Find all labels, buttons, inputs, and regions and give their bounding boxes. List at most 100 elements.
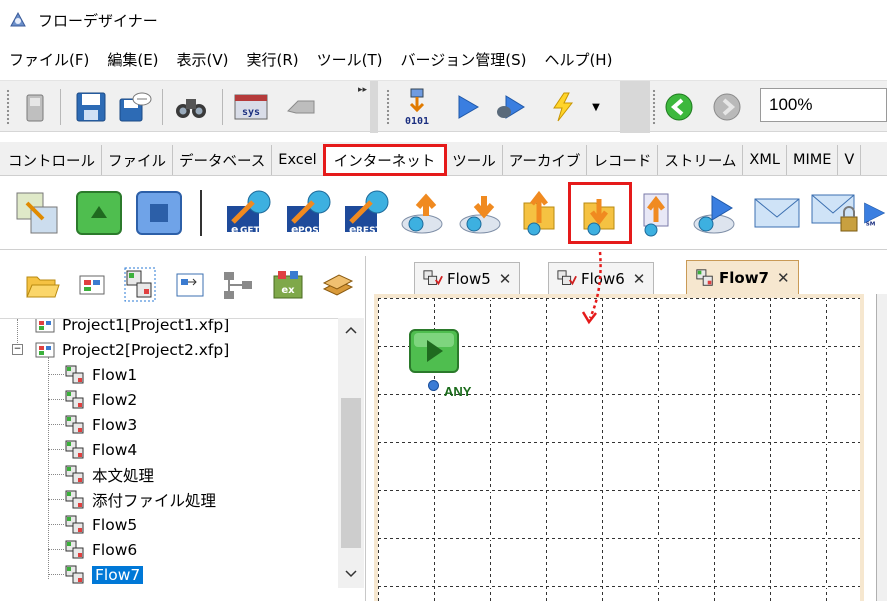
menu-edit[interactable]: 編集(E): [98, 49, 167, 70]
collapse-toggle-icon[interactable]: −: [12, 344, 23, 355]
external-library-button[interactable]: ex: [268, 264, 308, 306]
toolbar-overflow-chevron-icon[interactable]: ▸▸: [358, 85, 367, 95]
tree-item-label: Flow7: [92, 565, 144, 584]
back-hand-icon: [287, 100, 315, 114]
undo-button[interactable]: [282, 87, 320, 127]
toolbar-grip[interactable]: [652, 89, 656, 125]
toolbar-grip[interactable]: [386, 89, 390, 125]
palette-mapper[interactable]: [10, 186, 64, 240]
palette-mail-send[interactable]: [750, 186, 804, 240]
palette-ftp-execute[interactable]: [688, 186, 742, 240]
tree-item-flow3[interactable]: Flow3: [64, 412, 137, 437]
open-folder-button[interactable]: [22, 264, 62, 306]
menu-file[interactable]: ファイル(F): [0, 49, 98, 70]
tree-item-project2[interactable]: Project2[Project2.xfp]: [34, 337, 229, 362]
flow-file-icon: [65, 540, 84, 558]
palette-smtp[interactable]: SM: [862, 186, 887, 240]
compile-button[interactable]: 0101: [398, 87, 436, 127]
tab-overflow[interactable]: V: [838, 145, 862, 175]
component-category-tabs: コントロール ファイル データベース Excel インターネット ツール アーカ…: [0, 142, 887, 176]
run-options-dropdown[interactable]: ▼: [586, 87, 606, 127]
http-rest-label: REST: [356, 226, 383, 236]
menu-run[interactable]: 実行(R): [238, 49, 308, 70]
tab-flow7[interactable]: Flow7 ✕: [686, 260, 799, 294]
menu-tools[interactable]: ツール(T): [308, 49, 392, 70]
palette-end[interactable]: [132, 186, 186, 240]
tree-item-project1[interactable]: Project1[Project1.xfp]: [34, 319, 229, 337]
http-rest-icon: e REST: [345, 190, 389, 236]
flow-designer-window: フローデザイナー ファイル(F) 編集(E) 表示(V) 実行(R) ツール(T…: [0, 0, 887, 601]
execute-fast-button[interactable]: [544, 87, 582, 127]
subflow-button[interactable]: [170, 264, 210, 306]
palette-http-rest[interactable]: e REST: [340, 186, 394, 240]
menu-help[interactable]: ヘルプ(H): [535, 49, 621, 70]
palette-ftp-upload[interactable]: [396, 186, 450, 240]
project-button[interactable]: [72, 264, 112, 306]
toolbar-grip[interactable]: [6, 89, 10, 125]
tab-flow5[interactable]: Flow5 ✕: [414, 262, 521, 294]
close-tab-icon[interactable]: ✕: [499, 270, 512, 288]
scroll-down-icon[interactable]: [338, 564, 364, 584]
tab-database[interactable]: データベース: [173, 145, 273, 175]
menu-version-control[interactable]: バージョン管理(S): [392, 49, 536, 70]
tab-xml[interactable]: XML: [743, 145, 787, 175]
tree-item-body-processing[interactable]: 本文処理: [64, 462, 154, 487]
tree-item-flow4[interactable]: Flow4: [64, 437, 137, 462]
tab-mime[interactable]: MIME: [786, 145, 839, 175]
tab-internet[interactable]: インターネット: [322, 144, 448, 176]
library-button[interactable]: [318, 264, 358, 306]
mapper-icon: [16, 192, 58, 234]
folder-open-icon: [26, 276, 60, 298]
tree-scrollbar[interactable]: [338, 318, 364, 588]
document-upload-icon: [643, 193, 669, 237]
forward-button[interactable]: [708, 87, 746, 127]
run-button[interactable]: [448, 87, 486, 127]
tab-archive[interactable]: アーカイブ: [502, 145, 588, 175]
palette-ftp-doc-upload[interactable]: [630, 186, 684, 240]
tree-item-flow5[interactable]: Flow5: [64, 512, 137, 537]
tab-file[interactable]: ファイル: [102, 145, 173, 175]
tab-flow6[interactable]: Flow6 ✕: [548, 262, 655, 294]
find-button[interactable]: [172, 87, 210, 127]
palette-http-get[interactable]: e GET: [222, 186, 276, 240]
flow-file-icon: [65, 565, 84, 583]
scroll-thumb[interactable]: [341, 398, 361, 548]
system-variables-button[interactable]: sys: [232, 87, 270, 127]
save-button[interactable]: [72, 87, 110, 127]
palette-highlight-box: [568, 182, 632, 244]
tree-item-flow2[interactable]: Flow2: [64, 387, 137, 412]
palette-mail-secure[interactable]: [808, 186, 862, 240]
tab-control[interactable]: コントロール: [2, 145, 102, 175]
http-post-label: POST: [298, 226, 326, 236]
palette-ftp-download[interactable]: [454, 186, 508, 240]
tree-item-flow7[interactable]: Flow7: [64, 562, 144, 587]
close-tab-icon[interactable]: ✕: [633, 270, 646, 288]
tree-item-flow6[interactable]: Flow6: [64, 537, 137, 562]
tree-item-attachment-processing[interactable]: 添付ファイル処理: [64, 487, 216, 512]
debug-button[interactable]: [492, 87, 530, 127]
tab-tools[interactable]: ツール: [446, 145, 503, 175]
tree-item-flow1[interactable]: Flow1: [64, 362, 137, 387]
scroll-up-icon[interactable]: [338, 320, 364, 340]
save-as-button[interactable]: [116, 87, 154, 127]
output-port[interactable]: [428, 380, 439, 391]
structure-button[interactable]: [218, 264, 258, 306]
tab-excel[interactable]: Excel: [272, 145, 324, 175]
flow-button[interactable]: [120, 264, 160, 306]
tab-record[interactable]: レコード: [587, 145, 659, 175]
palette-start[interactable]: [72, 186, 126, 240]
trash-button[interactable]: [16, 87, 54, 127]
close-tab-icon[interactable]: ✕: [777, 269, 790, 287]
smtp-icon: SM: [864, 202, 886, 228]
palette-http-post[interactable]: e POST: [282, 186, 336, 240]
save-as-icon: [119, 92, 152, 122]
palette-ftp-folder-upload[interactable]: [512, 186, 566, 240]
tab-stream[interactable]: ストリーム: [658, 145, 744, 175]
ftp-execute-icon: [693, 195, 735, 234]
tree-item-label: Flow6: [92, 540, 138, 559]
menu-view[interactable]: 表示(V): [168, 49, 238, 70]
start-node[interactable]: [408, 328, 460, 374]
zoom-input[interactable]: [760, 88, 887, 122]
forward-arrow-icon: [713, 93, 741, 121]
back-button[interactable]: [660, 87, 698, 127]
